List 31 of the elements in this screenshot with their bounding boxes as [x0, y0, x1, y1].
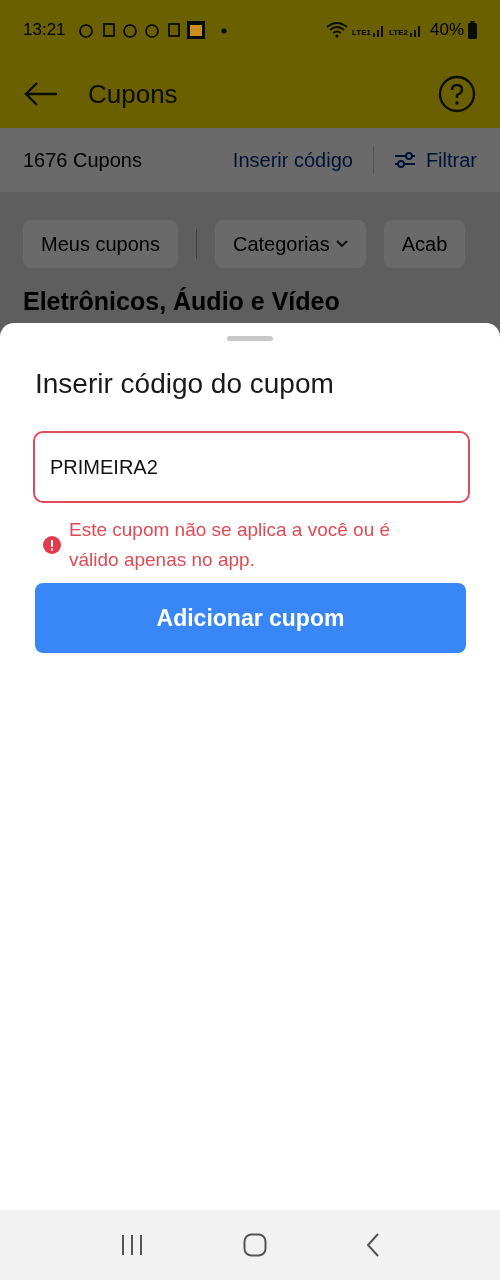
filter-chip[interactable]: Categorias [214, 220, 366, 268]
error-icon [43, 536, 61, 554]
chevron-down-icon [335, 240, 348, 248]
coupon-code-field[interactable]: PRIMEIRA2 [33, 431, 470, 503]
dot-icon [221, 28, 227, 34]
battery-percent: 40% [429, 19, 464, 42]
insert-code-link[interactable]: Inserir código [232, 145, 353, 175]
sim-label: LTE2 [389, 29, 408, 37]
home-icon[interactable] [243, 1233, 267, 1257]
status-time: 13:21 [23, 19, 66, 42]
help-icon[interactable] [438, 75, 476, 113]
recent-apps-icon[interactable] [119, 1234, 144, 1256]
back-icon[interactable] [366, 1233, 381, 1257]
filter-button[interactable]: Filtrar [393, 145, 477, 175]
section-title: Eletrônicos, Áudio e Vídeo [23, 287, 340, 315]
coupon-count: 1676 Cupons [23, 148, 142, 173]
add-coupon-button[interactable]: Adicionar cupom [35, 583, 466, 653]
filter-chip[interactable]: Meus cupons [23, 220, 178, 268]
signal-icon [373, 23, 385, 37]
sliders-icon [393, 150, 416, 170]
sheet-handle[interactable] [227, 336, 273, 341]
wifi-icon [326, 21, 349, 39]
sheet-title: Inserir código do cupom [35, 367, 335, 401]
page-title: Cupons [88, 77, 178, 111]
sim-label: LTE1 [352, 29, 371, 37]
gift-icon [186, 21, 205, 39]
signal-icon [409, 23, 422, 37]
back-arrow-icon[interactable] [24, 81, 58, 107]
filter-chip[interactable]: Acab [383, 220, 466, 268]
battery-icon [468, 21, 477, 39]
error-message: Este cupom não se aplica a você ou é válido apenas no app. [69, 518, 392, 572]
